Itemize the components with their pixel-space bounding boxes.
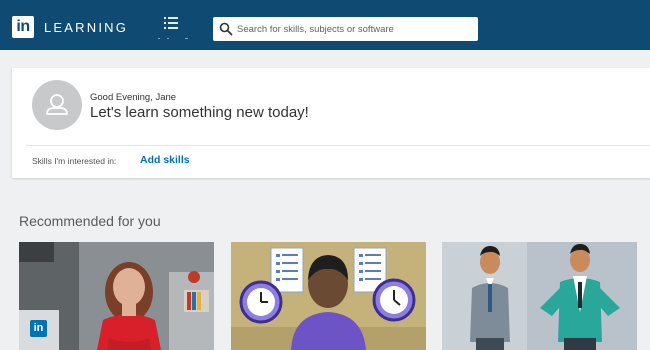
- linkedin-logo[interactable]: in: [12, 16, 34, 38]
- menu-icon[interactable]: [155, 14, 189, 42]
- course-thumbnail: [231, 242, 426, 350]
- search-box: [213, 17, 478, 41]
- user-silhouette-icon: [46, 94, 68, 115]
- skills-label: Skills I'm interested in:: [32, 156, 117, 166]
- top-nav-bar: in LEARNING: [0, 0, 650, 50]
- recommended-heading: Recommended for you: [19, 213, 161, 229]
- course-card[interactable]: [231, 242, 426, 350]
- course-card[interactable]: in: [19, 242, 214, 350]
- avatar[interactable]: [32, 80, 82, 130]
- search-input[interactable]: [237, 19, 473, 39]
- course-card[interactable]: [442, 242, 637, 350]
- add-skills-link[interactable]: Add skills: [140, 154, 190, 166]
- course-thumbnail: [19, 242, 214, 350]
- greeting-headline: Let's learn something new today!: [90, 104, 309, 121]
- course-thumbnail: [442, 242, 637, 350]
- brand-title: LEARNING: [44, 20, 129, 35]
- linkedin-badge: in: [30, 320, 47, 337]
- greeting-card: Good Evening, Jane Let's learn something…: [12, 68, 650, 178]
- divider: [26, 145, 650, 146]
- search-icon: [219, 22, 233, 36]
- greeting-text: Good Evening, Jane: [90, 92, 177, 103]
